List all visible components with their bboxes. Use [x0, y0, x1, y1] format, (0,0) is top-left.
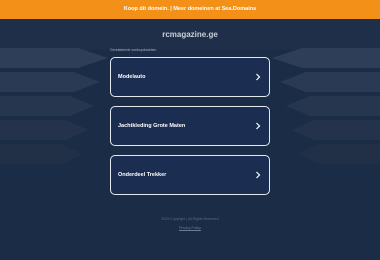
link-onderdeel-trekker[interactable]: Onderdeel Trekker: [110, 155, 270, 195]
site-title: rcmagazine.ge: [162, 30, 218, 39]
related-searches-heading: Gerelateerde zoekopdrachten: [110, 48, 157, 52]
footer-copyright: 2025 Copyright | All Rights Reserved: [161, 217, 219, 221]
link-label: Modelauto: [118, 74, 146, 80]
top-banner[interactable]: Koop dit domein. | Meer domeinen at Sea.…: [0, 0, 380, 19]
chevron-right-icon: [256, 122, 261, 130]
link-modelauto[interactable]: Modelauto: [110, 57, 270, 97]
link-jachtkleding-grote-maten[interactable]: Jachtkleding Grote Maten: [110, 106, 270, 146]
privacy-policy-link[interactable]: Privacy Policy: [0, 226, 380, 230]
link-label: Onderdeel Trekker: [118, 172, 167, 178]
chevron-right-icon: [256, 171, 261, 179]
chevron-right-icon: [256, 73, 261, 81]
link-label: Jachtkleding Grote Maten: [118, 123, 186, 129]
